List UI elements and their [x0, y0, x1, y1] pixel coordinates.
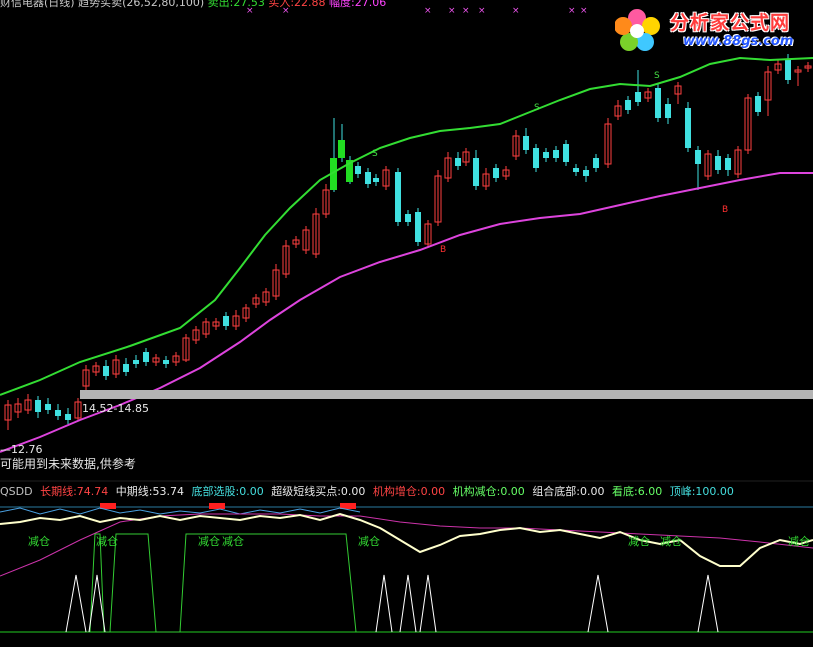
candle-body	[543, 152, 549, 158]
candle-body	[405, 214, 411, 222]
reduce-label: 减仓	[222, 534, 244, 548]
bottom-pick-value: 底部选股:0.00	[191, 485, 264, 498]
peak-triangle	[375, 574, 393, 633]
sell-signal-label: S	[534, 103, 540, 113]
main-chart-title: 财信电器(日线) 趋势买卖(26,52,80,100) 卖出:27.53 买入:…	[0, 0, 386, 9]
x-mark: ×	[448, 6, 456, 16]
buy-signal-label: B	[440, 245, 446, 255]
reduce-label: 减仓	[96, 534, 118, 548]
reduce-label: 减仓	[788, 534, 810, 548]
candle-body	[355, 166, 361, 174]
candle-body	[55, 410, 61, 416]
candle-body	[455, 158, 461, 166]
combo-bottom-value: 组合底部:0.00	[532, 485, 605, 498]
mid-line-value: 中期线:53.74	[115, 485, 184, 498]
future-data-warning: 可能用到未来数据,供参考	[0, 457, 136, 471]
inst-reduce-value: 机构减仓:0.00	[452, 485, 525, 498]
inst-add-value: 机构增仓:0.00	[372, 485, 446, 498]
candle-body	[123, 364, 129, 372]
short-buy-value: 超级短线买点:0.00	[271, 485, 366, 498]
candle-body	[45, 404, 51, 410]
reduce-label: 减仓	[628, 534, 650, 548]
x-mark: ×	[424, 6, 432, 16]
candle-highlight	[338, 140, 345, 158]
peak-triangle	[587, 574, 609, 633]
candle-body	[103, 366, 109, 376]
peak-triangle	[419, 574, 437, 633]
logo-title: 分析家公式网	[670, 12, 791, 34]
upper-band-line	[0, 56, 813, 396]
top-value: 顶峰:100.00	[669, 485, 734, 498]
x-mark: ×	[282, 6, 290, 16]
reduce-label: 减仓	[28, 534, 50, 548]
candle-body	[163, 360, 169, 364]
indicator-name: QSDD	[0, 485, 33, 498]
candle-body	[365, 172, 371, 184]
candle-body	[35, 400, 41, 412]
alert-marker	[209, 503, 225, 509]
green-step-line	[89, 533, 357, 633]
reduce-label: 减仓	[660, 534, 682, 548]
peak-triangle	[697, 574, 719, 633]
candle-body	[533, 148, 539, 168]
candle-body	[755, 96, 761, 112]
candle-body	[65, 414, 71, 420]
candle-body	[133, 360, 139, 364]
candle-body	[523, 136, 529, 150]
candle-body	[725, 158, 731, 170]
reduce-label: 减仓	[198, 534, 220, 548]
blue-line	[0, 507, 361, 515]
chart-canvas[interactable]: 减仓 减仓 减仓 减仓 减仓 减仓 减仓 减仓 SSSBB	[0, 0, 813, 647]
candle-body	[655, 88, 661, 118]
x-mark: ×	[478, 6, 486, 16]
look-bottom-value: 看底:6.00	[612, 485, 663, 498]
peak-triangle	[399, 574, 417, 633]
reduce-label: 减仓	[358, 534, 380, 548]
indicator-panel: 减仓 减仓 减仓 减仓 减仓 减仓 减仓 减仓	[0, 503, 813, 633]
sell-signal-label: S	[654, 71, 660, 81]
x-mark: ×	[512, 6, 520, 16]
indicator-header: QSDD 长期线:74.74 中期线:53.74 底部选股:0.00 超级短线买…	[0, 484, 813, 500]
range-label: 14.52-14.85	[82, 402, 149, 415]
candle-body	[415, 212, 421, 242]
candle-body	[573, 168, 579, 172]
candle-body	[373, 178, 379, 182]
candlestick-series	[4, 54, 812, 430]
low-price-label: —12.76	[0, 443, 43, 456]
x-mark: ×	[568, 6, 576, 16]
peak-triangle	[65, 574, 87, 633]
candle-body	[593, 158, 599, 168]
candle-body	[563, 144, 569, 162]
x-mark: ×	[246, 6, 254, 16]
candle-body	[635, 92, 641, 102]
candle-body	[553, 150, 559, 158]
buy-value: 买入:22.88	[268, 0, 326, 9]
candle-body	[695, 150, 701, 164]
candle-body	[583, 170, 589, 176]
candle-body	[625, 100, 631, 110]
candle-body	[223, 316, 229, 326]
candle-body	[143, 352, 149, 362]
title-prefix: 财信电器(日线) 趋势买卖(26,52,80,100)	[0, 0, 205, 9]
candle-body	[715, 156, 721, 170]
candle-body	[473, 158, 479, 186]
low-price-value: 12.76	[11, 443, 43, 456]
x-mark: ×	[580, 6, 588, 16]
candle-body	[685, 108, 691, 148]
support-gray-bar	[80, 390, 813, 399]
amplitude-value: 幅度:27.06	[329, 0, 387, 9]
buy-signal-label: B	[722, 205, 728, 215]
logo-url: www.88gs.com	[683, 34, 794, 49]
sell-value: 卖出:27.53	[207, 0, 265, 9]
candle-body	[395, 172, 401, 222]
candle-body	[665, 104, 671, 118]
long-line-value: 长期线:74.74	[40, 485, 109, 498]
candle-body	[785, 60, 791, 80]
sell-signal-label: S	[372, 149, 378, 159]
x-mark: ×	[462, 6, 470, 16]
candle-body	[493, 168, 499, 178]
